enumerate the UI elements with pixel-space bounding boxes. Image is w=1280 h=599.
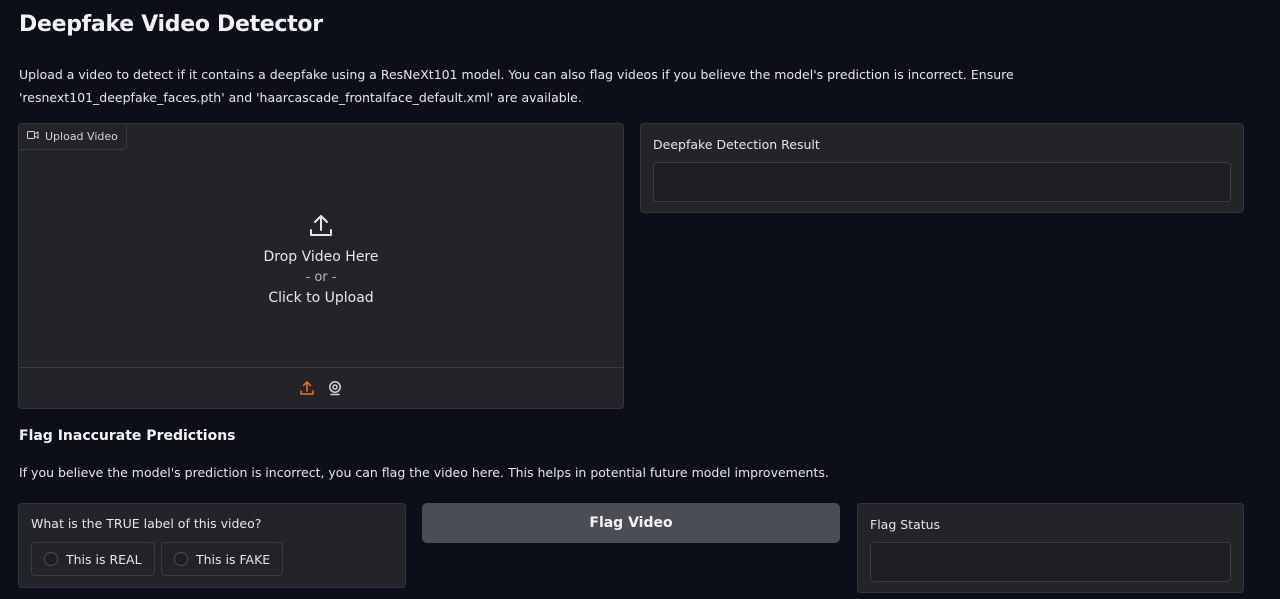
true-label-panel: What is the TRUE label of this video? Th… xyxy=(18,503,406,588)
video-dropzone[interactable]: Drop Video Here - or - Click to Upload xyxy=(19,150,623,368)
flag-status-output xyxy=(870,542,1231,582)
flag-section-heading: Flag Inaccurate Predictions xyxy=(19,428,236,444)
radio-circle[interactable] xyxy=(44,552,58,566)
flag-video-button[interactable]: Flag Video xyxy=(422,503,840,543)
upload-arrow-icon xyxy=(308,213,334,243)
radio-option-label: This is REAL xyxy=(66,551,142,567)
radio-circle[interactable] xyxy=(174,552,188,566)
upload-video-tag: Upload Video xyxy=(19,124,127,150)
radio-option-real[interactable]: This is REAL xyxy=(31,542,155,576)
webcam-icon[interactable] xyxy=(327,380,343,396)
radio-option-fake[interactable]: This is FAKE xyxy=(161,542,284,576)
video-upload-panel: Upload Video Drop Video Here - or - Clic… xyxy=(18,123,624,409)
detection-result-output xyxy=(653,162,1231,202)
radio-option-label: This is FAKE xyxy=(196,551,271,567)
detection-result-panel: Deepfake Detection Result xyxy=(640,123,1244,213)
drop-video-text: Drop Video Here xyxy=(263,248,379,265)
flag-section-description: If you believe the model's prediction is… xyxy=(19,465,829,480)
flag-status-panel: Flag Status xyxy=(857,503,1244,593)
flag-status-label: Flag Status xyxy=(870,517,941,532)
video-camera-icon xyxy=(27,130,39,143)
click-to-upload-text[interactable]: Click to Upload xyxy=(268,290,373,306)
upload-video-tag-label: Upload Video xyxy=(45,130,118,143)
upload-icon[interactable] xyxy=(299,380,315,396)
page-description: Upload a video to detect if it contains … xyxy=(19,67,1014,105)
page-title: Deepfake Video Detector xyxy=(19,12,323,37)
true-label-question: What is the TRUE label of this video? xyxy=(31,516,262,531)
drop-or-text: - or - xyxy=(305,269,337,285)
detection-result-label: Deepfake Detection Result xyxy=(653,137,820,152)
upload-source-bar xyxy=(19,367,623,408)
